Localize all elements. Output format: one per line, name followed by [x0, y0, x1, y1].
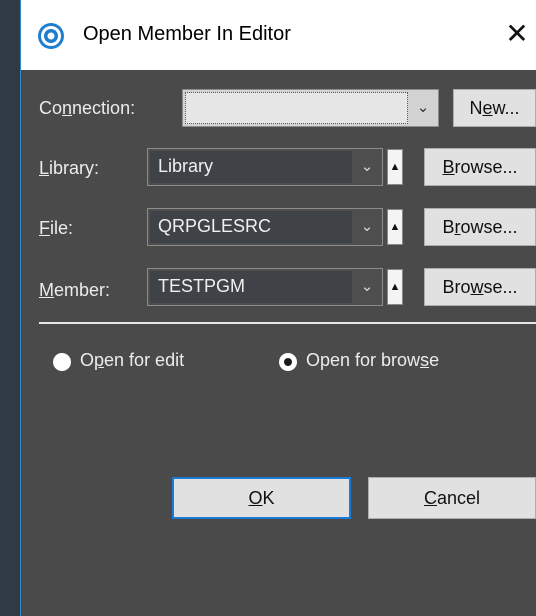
chevron-down-icon[interactable]: ⌄ [352, 269, 382, 305]
connection-combobox[interactable]: ⌄ [182, 89, 439, 127]
up-triangle-icon[interactable]: ▲ [387, 209, 403, 245]
chevron-down-icon[interactable]: ⌄ [352, 149, 382, 185]
radio-edit[interactable] [53, 353, 71, 371]
close-button[interactable]: ✕ [498, 14, 536, 54]
library-value[interactable]: Library [150, 151, 352, 183]
new-connection-button[interactable]: New... [453, 89, 536, 127]
file-value[interactable]: QRPGLESRC [150, 211, 352, 243]
member-browse-button[interactable]: Browse... [424, 268, 536, 306]
file-label: File: [39, 218, 74, 238]
member-combobox[interactable]: TESTPGM ⌄ [147, 268, 383, 306]
open-for-browse-label[interactable]: Open for browse [306, 350, 439, 371]
library-browse-button[interactable]: Browse... [424, 148, 536, 186]
library-combobox[interactable]: Library ⌄ [147, 148, 383, 186]
ok-button[interactable]: OK [172, 477, 351, 519]
separator [39, 322, 536, 324]
open-for-edit-label[interactable]: Open for edit [80, 350, 184, 371]
up-triangle-icon[interactable]: ▲ [387, 149, 403, 185]
file-browse-button[interactable]: Browse... [424, 208, 536, 246]
radio-browse[interactable] [279, 353, 297, 371]
title-bar: Open Member In Editor ✕ [21, 0, 536, 70]
chevron-down-icon[interactable]: ⌄ [408, 90, 438, 126]
dialog-window: Open Member In Editor ✕ Connection: ⌄ Ne… [20, 0, 536, 616]
file-combobox[interactable]: QRPGLESRC ⌄ [147, 208, 383, 246]
library-label: Library: [39, 158, 100, 178]
member-label: Member: [39, 280, 111, 300]
member-value[interactable]: TESTPGM [150, 271, 352, 303]
app-logo-icon [38, 23, 64, 49]
close-icon: ✕ [505, 18, 529, 49]
connection-label: Connection: [39, 98, 136, 118]
up-triangle-icon[interactable]: ▲ [387, 269, 403, 305]
cancel-button[interactable]: Cancel [368, 477, 536, 519]
dialog-title: Open Member In Editor [83, 23, 291, 45]
connection-value [185, 92, 408, 124]
chevron-down-icon[interactable]: ⌄ [352, 209, 382, 245]
